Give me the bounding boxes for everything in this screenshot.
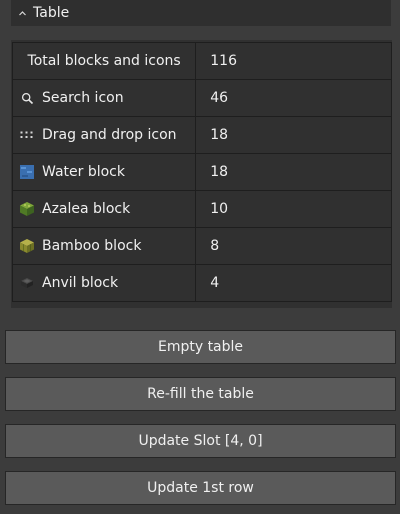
table-cell-label: Drag and drop icon bbox=[11, 116, 197, 154]
table-row: Drag and drop icon 18 bbox=[11, 116, 392, 154]
table-cell-label: Anvil block bbox=[11, 264, 197, 302]
table-cell-label: Bamboo block bbox=[11, 227, 197, 265]
anvil-block-icon bbox=[20, 276, 34, 290]
update-slot-button[interactable]: Update Slot [4, 0] bbox=[5, 424, 396, 458]
table-row: Anvil block 4 bbox=[11, 264, 392, 302]
row-label: Search icon bbox=[42, 90, 124, 106]
bamboo-block-icon bbox=[20, 239, 34, 253]
table-row: Water block 18 bbox=[11, 153, 392, 191]
table-cell-value: 18 bbox=[195, 153, 392, 191]
table-row: Azalea block 10 bbox=[11, 190, 392, 228]
azalea-block-icon bbox=[20, 202, 34, 216]
refill-table-button[interactable]: Re-fill the table bbox=[5, 377, 396, 411]
table-row: Bamboo block 8 bbox=[11, 227, 392, 265]
row-label: Anvil block bbox=[42, 275, 119, 291]
table-panel: Table Total blocks and icons 116 Search … bbox=[0, 0, 400, 514]
row-label: Bamboo block bbox=[42, 238, 142, 254]
chevron-up-icon bbox=[19, 11, 26, 16]
empty-table-button[interactable]: Empty table bbox=[5, 330, 396, 364]
table-cell-label: Search icon bbox=[11, 79, 197, 117]
data-table-container: Total blocks and icons 116 Search icon 4… bbox=[11, 40, 392, 308]
table-row: Total blocks and icons 116 bbox=[11, 42, 392, 80]
search-icon bbox=[20, 91, 34, 105]
table-cell-label: Azalea block bbox=[11, 190, 197, 228]
table-row: Search icon 46 bbox=[11, 79, 392, 117]
table-section-header[interactable]: Table bbox=[11, 0, 391, 26]
table-cell-value: 116 bbox=[195, 42, 392, 80]
table-cell-value: 8 bbox=[195, 227, 392, 265]
update-first-row-button[interactable]: Update 1st row bbox=[5, 471, 396, 505]
section-title: Table bbox=[33, 5, 70, 21]
drag-handle-icon bbox=[20, 128, 34, 142]
water-block-icon bbox=[20, 165, 34, 179]
table-cell-label: Total blocks and icons bbox=[11, 42, 197, 80]
table-cell-value: 4 bbox=[195, 264, 392, 302]
data-table: Total blocks and icons 116 Search icon 4… bbox=[11, 42, 392, 302]
table-cell-value: 18 bbox=[195, 116, 392, 154]
row-label: Total blocks and icons bbox=[27, 53, 181, 69]
row-label: Drag and drop icon bbox=[42, 127, 177, 143]
row-label: Azalea block bbox=[42, 201, 131, 217]
table-cell-value: 10 bbox=[195, 190, 392, 228]
table-cell-value: 46 bbox=[195, 79, 392, 117]
table-cell-label: Water block bbox=[11, 153, 197, 191]
row-label: Water block bbox=[42, 164, 125, 180]
